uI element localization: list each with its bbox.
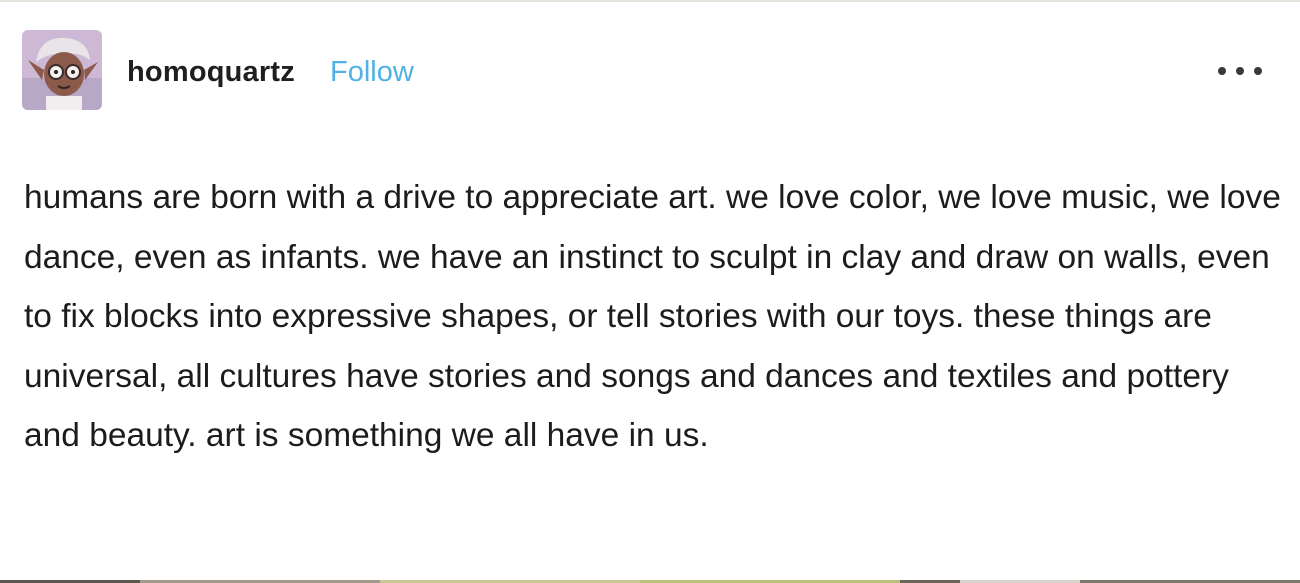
post-header: homoquartz Follow <box>22 30 1270 112</box>
ellipsis-dot <box>1236 67 1244 75</box>
avatar-image <box>22 30 102 110</box>
post-body-text: humans are born with a drive to apprecia… <box>24 179 1281 454</box>
ellipsis-icon[interactable] <box>1218 64 1262 78</box>
media-image-edge <box>0 575 1300 583</box>
ellipsis-dot <box>1254 67 1262 75</box>
ellipsis-dot <box>1218 67 1226 75</box>
blog-name[interactable]: homoquartz <box>127 56 295 89</box>
post-card: homoquartz Follow humans are born with a… <box>0 0 1300 583</box>
follow-button[interactable]: Follow <box>330 56 414 89</box>
avatar[interactable] <box>22 30 102 110</box>
